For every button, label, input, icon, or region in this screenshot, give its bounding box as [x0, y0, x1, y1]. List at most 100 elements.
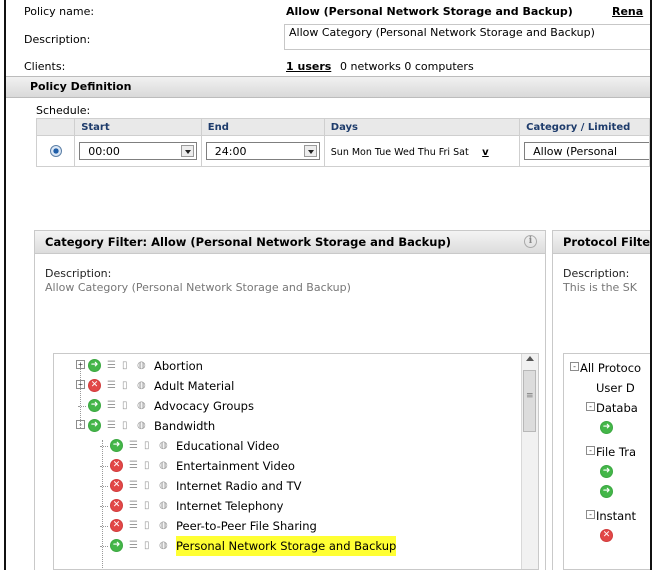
- scroll-thumb[interactable]: [523, 370, 536, 432]
- end-select[interactable]: 24:00: [205, 142, 320, 160]
- clients-users-link[interactable]: 1 users: [286, 60, 331, 73]
- protocol-filter-title: Protocol Filter: [563, 235, 652, 249]
- tree-connector: [102, 440, 103, 569]
- list-icon[interactable]: ☰: [129, 540, 140, 551]
- block-icon[interactable]: ✕: [110, 499, 123, 512]
- globe-icon[interactable]: ◍: [159, 440, 170, 451]
- allow-icon[interactable]: ➜: [88, 419, 101, 432]
- tree-connector: [80, 366, 81, 428]
- globe-icon[interactable]: ◍: [137, 400, 148, 411]
- globe-icon[interactable]: ◍: [137, 420, 148, 431]
- category-tree-label[interactable]: Educational Video: [176, 436, 279, 456]
- protocol-tree-label[interactable]: Instant: [596, 506, 636, 526]
- block-icon[interactable]: ✕: [110, 519, 123, 532]
- start-select[interactable]: 00:00: [79, 142, 197, 160]
- policy-name-row: Policy name: Allow (Personal Network Sto…: [6, 0, 650, 23]
- category-tree-label[interactable]: Internet Telephony: [176, 496, 283, 516]
- category-tree-label[interactable]: Personal Network Storage and Backup: [176, 536, 397, 556]
- collapse-icon[interactable]: -: [570, 362, 579, 371]
- block-icon[interactable]: ✕: [600, 529, 613, 542]
- days-dropdown-link[interactable]: v: [482, 147, 489, 158]
- category-tree-label[interactable]: Bandwidth: [154, 416, 215, 436]
- days-cell: Sun Mon Tue Wed Thu Fri Sat v: [323, 135, 521, 167]
- policy-definition-header: Policy Definition: [6, 76, 650, 98]
- category-tree-label[interactable]: Advocacy Groups: [154, 396, 254, 416]
- collapse-icon[interactable]: -: [586, 510, 595, 519]
- globe-icon[interactable]: ◍: [159, 540, 170, 551]
- category-tree-label[interactable]: Peer-to-Peer File Sharing: [176, 516, 317, 536]
- page-icon[interactable]: ▯: [144, 500, 155, 511]
- allow-icon[interactable]: ➜: [110, 539, 123, 552]
- days-value: Sun Mon Tue Wed Thu Fri Sat: [330, 146, 469, 158]
- list-icon[interactable]: ☰: [129, 460, 140, 471]
- category-select[interactable]: Allow (Personal: [524, 142, 649, 160]
- list-icon[interactable]: ☰: [107, 380, 118, 391]
- block-icon[interactable]: ✕: [110, 459, 123, 472]
- allow-icon[interactable]: ➜: [600, 421, 613, 434]
- page-icon[interactable]: ▯: [144, 540, 155, 551]
- page-icon[interactable]: ▯: [122, 420, 133, 431]
- col-end: End: [200, 118, 325, 136]
- allow-icon[interactable]: ➜: [600, 485, 613, 498]
- chevron-down-icon[interactable]: [180, 145, 194, 157]
- page-icon[interactable]: ▯: [144, 520, 155, 531]
- list-icon[interactable]: ☰: [129, 440, 140, 451]
- description-field[interactable]: Allow Category (Personal Network Storage…: [284, 24, 650, 50]
- start-value: 00:00: [88, 145, 120, 158]
- policy-name-label: Policy name:: [24, 5, 95, 18]
- list-icon[interactable]: ☰: [129, 500, 140, 511]
- allow-icon[interactable]: ➜: [600, 465, 613, 478]
- protocol-tree-label[interactable]: All Protoco: [580, 358, 641, 378]
- allow-icon[interactable]: ➜: [110, 439, 123, 452]
- page-icon[interactable]: ▯: [122, 400, 133, 411]
- protocol-tree: - All Protoco User D - Databa - File Tra - Insta…: [563, 353, 650, 570]
- list-icon[interactable]: ☰: [107, 400, 118, 411]
- globe-icon[interactable]: ◍: [159, 460, 170, 471]
- schedule-radio[interactable]: [49, 145, 62, 157]
- globe-icon[interactable]: ◍: [159, 520, 170, 531]
- protocol-filter-panel: Protocol Filter Description: This is the…: [552, 230, 652, 570]
- protocol-description-label: Description:: [563, 267, 630, 280]
- page-icon[interactable]: ▯: [144, 440, 155, 451]
- page-icon[interactable]: ▯: [144, 460, 155, 471]
- globe-icon[interactable]: ◍: [137, 380, 148, 391]
- description-label: Description:: [24, 33, 91, 46]
- tree-scrollbar[interactable]: [521, 354, 538, 569]
- block-icon[interactable]: ✕: [110, 479, 123, 492]
- end-value: 24:00: [214, 145, 247, 158]
- page-icon[interactable]: ▯: [122, 380, 133, 391]
- page-icon[interactable]: ▯: [122, 360, 133, 371]
- collapse-icon[interactable]: -: [586, 446, 595, 455]
- category-tree-label[interactable]: Adult Material: [154, 376, 234, 396]
- allow-icon[interactable]: ➜: [88, 359, 101, 372]
- clients-label: Clients:: [24, 60, 66, 73]
- category-filter-title: Category Filter: Allow (Personal Network…: [45, 235, 451, 249]
- list-icon[interactable]: ☰: [129, 520, 140, 531]
- category-description-label: Description:: [45, 267, 112, 280]
- protocol-tree-label[interactable]: File Tra: [596, 442, 636, 462]
- info-icon[interactable]: i: [524, 235, 537, 248]
- allow-icon[interactable]: ➜: [88, 399, 101, 412]
- chevron-down-icon[interactable]: [303, 145, 317, 157]
- globe-icon[interactable]: ◍: [159, 500, 170, 511]
- scroll-up-icon[interactable]: [526, 356, 534, 361]
- list-icon[interactable]: ☰: [129, 480, 140, 491]
- list-icon[interactable]: ☰: [107, 420, 118, 431]
- globe-icon[interactable]: ◍: [159, 480, 170, 491]
- category-filter-panel: Category Filter: Allow (Personal Network…: [34, 230, 546, 570]
- rename-link[interactable]: Rena: [612, 5, 643, 18]
- policy-editor: Policy name: Allow (Personal Network Sto…: [4, 0, 652, 570]
- category-tree-label[interactable]: Abortion: [154, 356, 203, 376]
- block-icon[interactable]: ✕: [88, 379, 101, 392]
- globe-icon[interactable]: ◍: [137, 360, 148, 371]
- protocol-tree-label[interactable]: User D: [596, 378, 635, 398]
- category-tree-label[interactable]: Entertainment Video: [176, 456, 295, 476]
- page-icon[interactable]: ▯: [144, 480, 155, 491]
- col-start: Start: [74, 118, 202, 136]
- policy-definition-title: Policy Definition: [30, 80, 132, 93]
- protocol-tree-label[interactable]: Databa: [596, 398, 638, 418]
- collapse-icon[interactable]: -: [586, 402, 595, 411]
- list-icon[interactable]: ☰: [107, 360, 118, 371]
- category-tree-label[interactable]: Internet Radio and TV: [176, 476, 301, 496]
- start-cell: 00:00: [74, 135, 202, 167]
